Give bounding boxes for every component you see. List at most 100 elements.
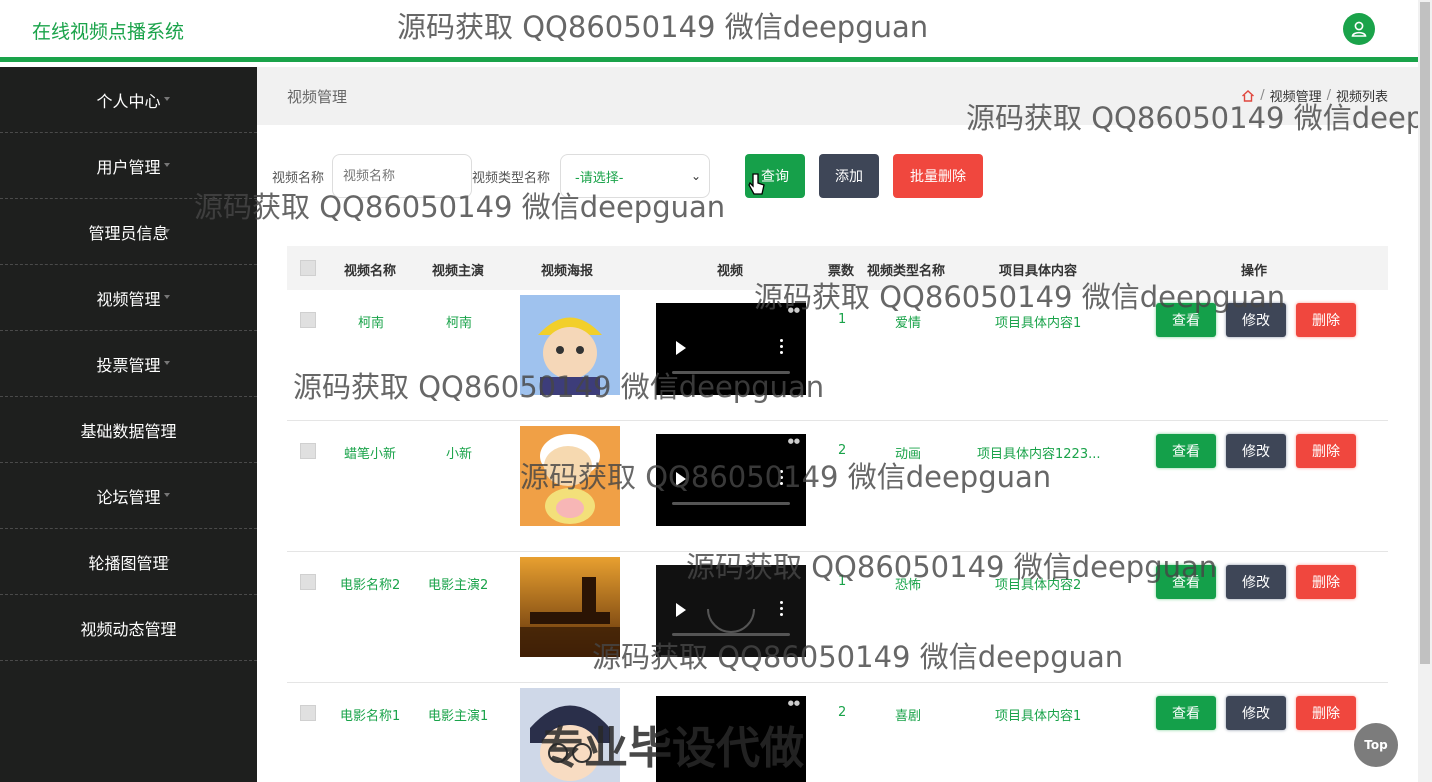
more-options-icon[interactable]	[780, 470, 784, 488]
sidebar-item-personal-center[interactable]: 个人中心	[0, 67, 257, 133]
page-scrollbar[interactable]	[1418, 0, 1432, 782]
table-row: 电影名称1 电影主演1 ●● 2 喜剧 项目具体内容1 查看 修改 删除	[287, 683, 1388, 782]
sidebar-item-label: 个人中心	[96, 91, 161, 111]
votes-cell: 2	[838, 705, 847, 720]
video-poster-image[interactable]	[520, 426, 620, 526]
play-icon[interactable]	[676, 341, 686, 355]
breadcrumb-bar: 视频管理 / 视频管理 / 视频列表	[257, 67, 1418, 125]
edit-button[interactable]: 修改	[1226, 303, 1286, 337]
video-poster-image[interactable]	[520, 295, 620, 395]
play-icon[interactable]	[676, 603, 686, 617]
edit-button[interactable]: 修改	[1226, 696, 1286, 730]
select-all-checkbox[interactable]	[300, 260, 316, 276]
votes-cell: 1	[838, 312, 847, 327]
sidebar-item-label: 投票管理	[96, 355, 161, 375]
breadcrumb-separator: /	[1260, 88, 1265, 103]
video-player[interactable]: ●●	[656, 303, 806, 395]
breadcrumb-item-video-management[interactable]: 视频管理	[1270, 86, 1322, 105]
sidebar-item-vote-management[interactable]: 投票管理	[0, 331, 257, 397]
row-checkbox[interactable]	[300, 705, 316, 721]
poster-illustration	[520, 295, 620, 395]
sidebar-item-label: 论坛管理	[96, 487, 161, 507]
more-options-icon[interactable]	[780, 339, 784, 357]
video-status-icons: ●●	[787, 306, 800, 314]
sidebar-item-label: 基础数据管理	[80, 421, 177, 441]
video-poster-image[interactable]	[520, 557, 620, 657]
sidebar-item-video-management[interactable]: 视频管理	[0, 265, 257, 331]
app-title: 在线视频点播系统	[32, 21, 185, 43]
breadcrumb: / 视频管理 / 视频列表	[1241, 86, 1388, 105]
view-button[interactable]: 查看	[1156, 434, 1216, 468]
caret-down-icon	[164, 361, 170, 365]
caret-down-icon	[164, 559, 170, 563]
home-icon[interactable]	[1241, 89, 1255, 103]
play-icon[interactable]	[676, 472, 686, 486]
delete-button[interactable]: 删除	[1296, 565, 1356, 599]
video-type-selected: -请选择-	[575, 170, 624, 186]
column-header: 视频	[717, 264, 744, 279]
video-name-input[interactable]	[332, 154, 472, 198]
edit-button[interactable]: 修改	[1226, 565, 1286, 599]
sidebar-item-video-news[interactable]: 视频动态管理	[0, 595, 257, 661]
video-progress-bar[interactable]	[672, 371, 790, 374]
caret-down-icon	[164, 229, 170, 233]
more-options-icon[interactable]	[780, 601, 784, 619]
user-icon	[1351, 21, 1367, 37]
video-name-cell: 蜡笔小新	[344, 447, 397, 462]
video-type-select[interactable]: -请选择- ⌄	[560, 154, 710, 198]
video-progress-bar[interactable]	[672, 502, 790, 505]
sidebar-item-base-data[interactable]: 基础数据管理	[0, 397, 257, 463]
video-type-cell: 喜剧	[895, 709, 922, 724]
content-cell: 项目具体内容2	[995, 578, 1082, 593]
column-header: 项目具体内容	[999, 264, 1078, 279]
caret-down-icon	[164, 493, 170, 497]
caret-down-icon	[164, 163, 170, 167]
column-header: 视频海报	[541, 264, 594, 279]
content-cell: 项目具体内容1	[995, 709, 1082, 724]
video-progress-bar[interactable]	[672, 633, 790, 636]
sidebar-item-user-management[interactable]: 用户管理	[0, 133, 257, 199]
table-row: 蜡笔小新 小新 ●● 2 动画 项目具体内容1223... 查看 修改 删除	[287, 421, 1388, 552]
add-button[interactable]: 添加	[819, 154, 879, 198]
video-name-cell: 电影名称2	[340, 578, 401, 593]
delete-button[interactable]: 删除	[1296, 696, 1356, 730]
video-actor-cell: 电影主演1	[428, 709, 489, 724]
breadcrumb-separator: /	[1326, 88, 1331, 103]
row-checkbox[interactable]	[300, 312, 316, 328]
breadcrumb-item-video-list: 视频列表	[1335, 90, 1388, 105]
sidebar-item-admin-info[interactable]: 管理员信息	[0, 199, 257, 265]
sidebar-item-forum[interactable]: 论坛管理	[0, 463, 257, 529]
sidebar-item-label: 视频动态管理	[80, 619, 177, 639]
content-cell: 项目具体内容1	[995, 316, 1082, 331]
sidebar-item-carousel[interactable]: 轮播图管理	[0, 529, 257, 595]
table-row: 柯南 柯南 ●● 1 爱情 项目具体内容1 查看 修改 删除	[287, 290, 1388, 421]
video-player[interactable]: ●●	[656, 434, 806, 526]
video-name-cell: 柯南	[358, 316, 385, 331]
hand-cursor-icon	[748, 173, 765, 195]
back-to-top-button[interactable]: Top	[1354, 723, 1398, 767]
video-type-cell: 动画	[895, 447, 922, 462]
row-checkbox[interactable]	[300, 443, 316, 459]
edit-button[interactable]: 修改	[1226, 434, 1286, 468]
column-header: 票数	[828, 264, 855, 279]
batch-delete-button[interactable]: 批量删除	[893, 154, 983, 198]
row-checkbox[interactable]	[300, 574, 316, 590]
delete-button[interactable]: 删除	[1296, 434, 1356, 468]
user-avatar-button[interactable]	[1343, 13, 1375, 45]
watermark-badge: 专业毕设代做	[540, 723, 804, 774]
scrollbar-thumb[interactable]	[1420, 2, 1430, 664]
video-name-cell: 电影名称1	[340, 709, 401, 724]
poster-illustration	[520, 426, 620, 526]
video-status-icons: ●●	[787, 699, 800, 707]
view-button[interactable]: 查看	[1156, 565, 1216, 599]
delete-button[interactable]: 删除	[1296, 303, 1356, 337]
view-button[interactable]: 查看	[1156, 696, 1216, 730]
sidebar-item-label: 管理员信息	[88, 223, 169, 243]
view-button[interactable]: 查看	[1156, 303, 1216, 337]
caret-down-icon	[164, 427, 170, 431]
table-header: 视频名称 视频主演 视频海报 视频 票数 视频类型名称 项目具体内容 操作	[287, 246, 1388, 290]
sidebar-item-label: 视频管理	[96, 289, 161, 309]
poster-illustration	[520, 557, 620, 657]
video-player[interactable]	[656, 565, 806, 657]
loading-spinner-icon	[707, 608, 755, 633]
